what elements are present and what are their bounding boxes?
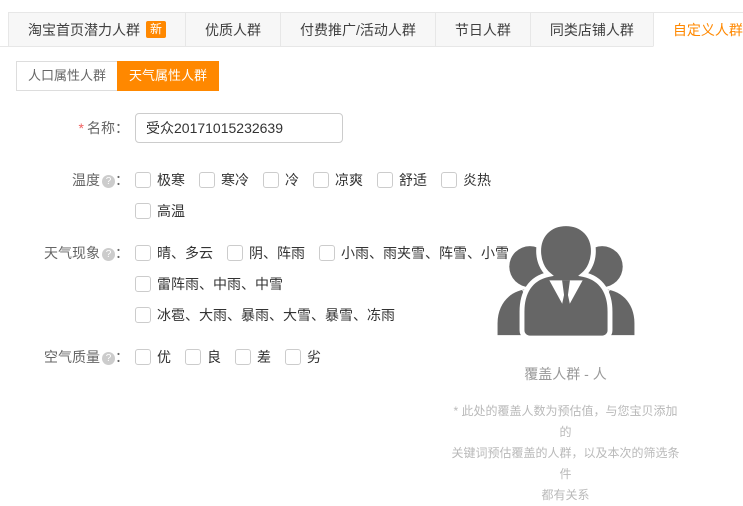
air-quality-label: 空气质量?： [0,346,135,368]
coverage-note-line: 关键词预估覆盖的人群，以及本次的筛选条件 [448,443,683,485]
coverage-note-line: 都有关系 [448,485,683,506]
checkbox-option[interactable]: 劣 [285,347,321,367]
coverage-panel: 覆盖人群 - 人 * 此处的覆盖人数为预估值，与您宝贝添加的 关键词预估覆盖的人… [448,208,683,506]
checkbox[interactable] [135,349,151,365]
tab-label: 节日人群 [455,13,511,47]
tab-label: 淘宝首页潜力人群 [28,13,140,47]
tab-paid-promo-activity[interactable]: 付费推广/活动人群 [280,12,436,47]
name-row: *名称： [0,113,743,143]
checkbox[interactable] [135,276,151,292]
tab-label: 同类店铺人群 [550,13,634,47]
checkbox-option[interactable]: 炎热 [441,170,491,190]
checkbox[interactable] [441,172,457,188]
checkbox-option[interactable]: 舒适 [377,170,427,190]
checkbox-option[interactable]: 冷 [263,170,299,190]
checkbox[interactable] [319,245,335,261]
checkbox-option[interactable]: 差 [235,347,271,367]
checkbox[interactable] [199,172,215,188]
checkbox-option[interactable]: 优 [135,347,171,367]
tab-label: 自定义人群 [673,13,743,47]
audience-name-input[interactable] [135,113,343,143]
help-icon[interactable]: ? [102,175,115,188]
people-group-icon [491,208,641,340]
checkbox-option[interactable]: 良 [185,347,221,367]
checkbox[interactable] [263,172,279,188]
checkbox[interactable] [135,245,151,261]
coverage-note-line: * 此处的覆盖人数为预估值，与您宝贝添加的 [448,401,683,443]
subtab-weather-audience[interactable]: 天气属性人群 [117,61,219,91]
air-quality-line-1: 优 良 差 劣 [135,346,335,368]
checkbox[interactable] [135,307,151,323]
temperature-label: 温度?： [0,169,135,222]
help-icon[interactable]: ? [102,352,115,365]
tab-taobao-homepage-potential[interactable]: 淘宝首页潜力人群 新 [8,12,186,47]
tab-label: 优质人群 [205,13,261,47]
checkbox-option[interactable]: 高温 [135,201,185,221]
required-mark: * [79,120,84,136]
tab-similar-shop-audience[interactable]: 同类店铺人群 [530,12,654,47]
checkbox[interactable] [377,172,393,188]
name-label: *名称： [0,113,135,143]
tab-festival-audience[interactable]: 节日人群 [435,12,531,47]
checkbox-option[interactable]: 寒冷 [199,170,249,190]
sub-tab-bar: 人口属性人群 天气属性人群 [16,61,743,91]
checkbox[interactable] [185,349,201,365]
coverage-count-label: 覆盖人群 - 人 [448,364,683,384]
tab-custom-audience[interactable]: 自定义人群 [653,12,743,47]
checkbox[interactable] [285,349,301,365]
checkbox[interactable] [135,172,151,188]
checkbox-option[interactable]: 冰雹、大雨、暴雨、大雪、暴雪、冻雨 [135,305,395,325]
coverage-note: * 此处的覆盖人数为预估值，与您宝贝添加的 关键词预估覆盖的人群，以及本次的筛选… [448,401,683,506]
checkbox-option[interactable]: 晴、多云 [135,243,213,263]
checkbox-option[interactable]: 阴、阵雨 [227,243,305,263]
subtab-demographic-audience[interactable]: 人口属性人群 [16,61,118,91]
new-badge: 新 [146,21,166,38]
checkbox[interactable] [227,245,243,261]
tab-quality-audience[interactable]: 优质人群 [185,12,281,47]
checkbox[interactable] [313,172,329,188]
weather-phenomena-label: 天气现象?： [0,242,135,326]
checkbox-option[interactable]: 极寒 [135,170,185,190]
checkbox-option[interactable]: 雷阵雨、中雨、中雪 [135,274,283,294]
temperature-line-1: 极寒 寒冷 冷 凉爽 舒适 炎热 [135,169,505,191]
help-icon[interactable]: ? [102,248,115,261]
checkbox-option[interactable]: 凉爽 [313,170,363,190]
checkbox[interactable] [235,349,251,365]
tab-label: 付费推广/活动人群 [300,13,416,47]
checkbox[interactable] [135,203,151,219]
top-tab-bar: 淘宝首页潜力人群 新 优质人群 付费推广/活动人群 节日人群 同类店铺人群 自定… [0,12,743,47]
